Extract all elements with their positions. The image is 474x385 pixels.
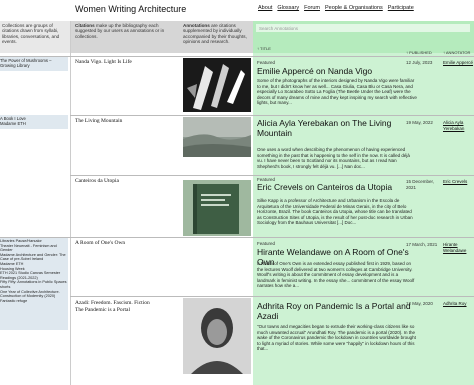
row-divider: [70, 175, 474, 176]
living-mountain-thumbnail: [183, 117, 251, 157]
main-nav: About Glossary Forum People & Organisati…: [258, 5, 414, 11]
publish-date: 17 March, 2021: [406, 242, 438, 247]
citation-title[interactable]: Azadi: Freedom. Fascism. Fiction The Pan…: [75, 300, 150, 314]
annotation-title[interactable]: Alicia Ayla Yerebakan on The Living Moun…: [257, 118, 417, 138]
annotation-excerpt: A Room of One's Own is an extended essay…: [257, 261, 415, 288]
row-divider: [70, 296, 474, 297]
annotator-link[interactable]: Adhrita Roy: [443, 301, 473, 307]
citations-intro-label: Citations: [75, 23, 95, 28]
featured-label: Featured: [257, 60, 276, 65]
annotator-sort-header[interactable]: ↑ ANNOTATOR: [443, 50, 470, 55]
collection-item[interactable]: Libraries Pause/Harsalor Theater Neuenat…: [0, 239, 68, 303]
nav-forum[interactable]: Forum: [304, 5, 320, 11]
nanda-vigo-thumbnail: [183, 58, 251, 112]
annotations-intro-label: Annotations: [183, 23, 210, 28]
collection-item[interactable]: A Book I Love Madame ETH: [0, 116, 68, 126]
publish-date: 19 May, 2022: [406, 120, 433, 125]
nav-about[interactable]: About: [258, 5, 272, 11]
annotation-title[interactable]: Eric Crevels on Canteiros da Utopia: [257, 182, 417, 192]
annotator-link[interactable]: Hirante Welandawe: [443, 242, 473, 253]
nav-people[interactable]: People & Organisations: [325, 5, 383, 11]
citations-intro: Citations make up the bibliography each …: [75, 23, 175, 39]
collection-item[interactable]: The Power of Mushrooms – Growing Library: [0, 58, 68, 68]
annotation-excerpt: One uses a word when describing the phen…: [257, 147, 410, 169]
published-sort-header[interactable]: ↑ PUBLISHED: [406, 50, 432, 55]
search-annotations-input[interactable]: Search Annotations: [256, 24, 470, 32]
annotator-link[interactable]: Alicia Ayla Yerebakan: [443, 120, 473, 131]
annotation-excerpt: "Our towns and megacities began to extru…: [257, 324, 416, 351]
site-title[interactable]: Women Writing Architecture: [75, 4, 186, 14]
annotation-title[interactable]: Emilie Appercé on Nanda Vigo: [257, 66, 417, 76]
annotations-intro: Annotations are citations supplemented b…: [183, 23, 253, 45]
citation-title[interactable]: The Living Mountain: [75, 118, 122, 124]
row-divider: [0, 237, 474, 238]
row-divider: [70, 115, 474, 116]
featured-label: Featured: [257, 241, 276, 246]
site-header: Women Writing Architecture About Glossar…: [0, 0, 474, 20]
publish-date: 15 December, 2021: [406, 179, 435, 190]
collections-intro: Collections are groups of citations draw…: [2, 23, 60, 45]
citation-title[interactable]: Canteiros da Utopia: [75, 178, 119, 184]
title-sort-header[interactable]: ↑ TITLE: [257, 46, 271, 51]
nav-glossary[interactable]: Glossary: [277, 5, 299, 11]
annotation-excerpt: Silke Kapp is a professor of Architectur…: [257, 198, 413, 225]
citation-title[interactable]: Nanda Vigo. Light Is Life: [75, 59, 132, 65]
annotator-link[interactable]: Emilie Appercé: [443, 60, 473, 66]
publish-date: 12 May, 2020: [406, 301, 433, 306]
nav-participate[interactable]: Participate: [388, 5, 414, 11]
annotation-excerpt: Some of the photographs of the interiors…: [257, 78, 417, 105]
collections-column: [0, 21, 70, 385]
publish-date: 12 July, 2023: [406, 60, 433, 65]
canteiros-book-thumbnail: [183, 180, 251, 236]
citation-title[interactable]: A Room of One's Own: [75, 240, 125, 246]
annotation-title[interactable]: Adhrita Roy on Pandemic Is a Portal and …: [257, 301, 417, 321]
row-divider: [0, 56, 474, 57]
adhrita-roy-portrait: [183, 298, 251, 374]
annotator-link[interactable]: Eric Crevels: [443, 179, 473, 185]
